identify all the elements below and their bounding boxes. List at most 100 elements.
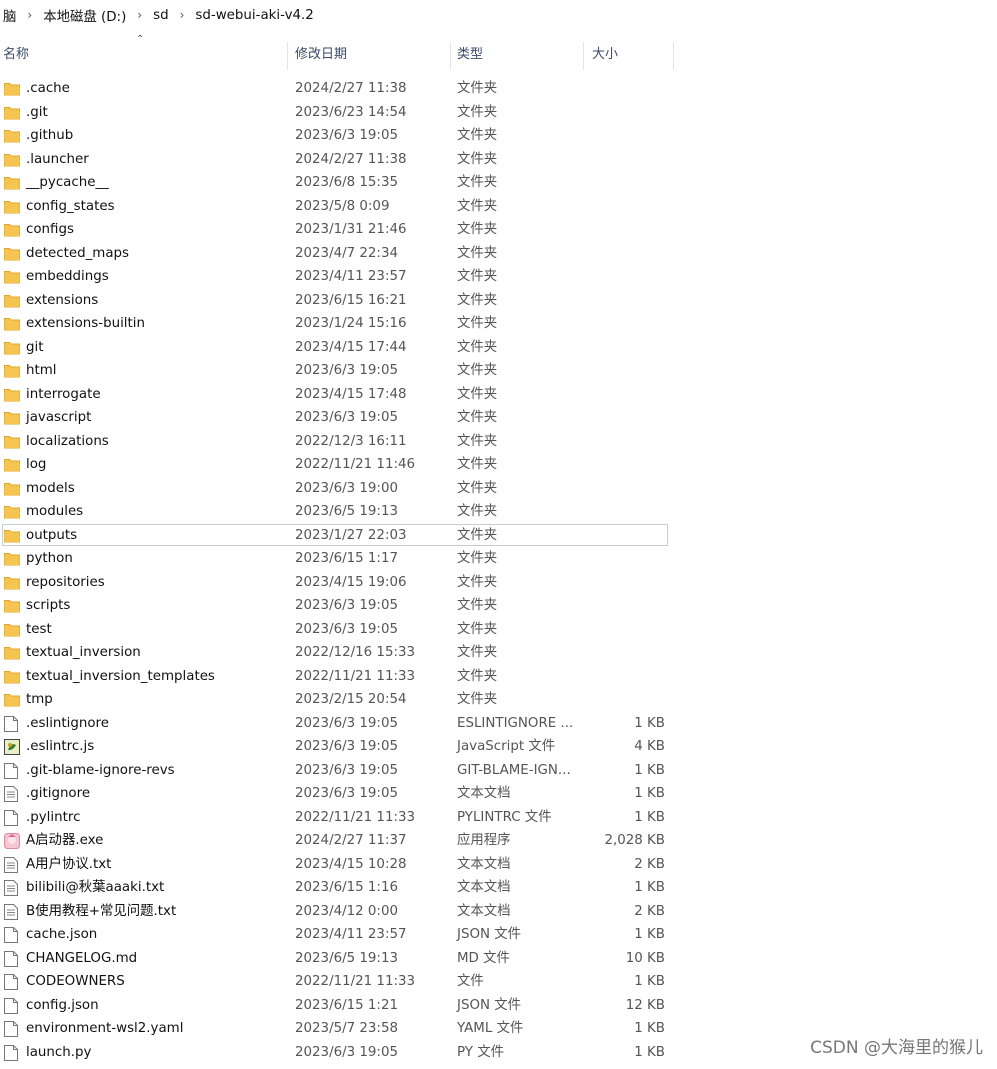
breadcrumb-item[interactable]: sd-webui-aki-v4.2 — [192, 8, 316, 23]
file-name: extensions — [26, 292, 99, 308]
breadcrumb-item[interactable]: 脑 — [0, 5, 19, 25]
breadcrumb: 脑 › 本地磁盘 (D:) › sd › sd-webui-aki-v4.2 — [0, 0, 997, 30]
folder-row[interactable]: textual_inversion 2022/12/16 15:33 文件夹 — [0, 641, 997, 665]
file-type: 文件夹 — [457, 598, 498, 613]
folder-row[interactable]: .launcher 2024/2/27 11:38 文件夹 — [0, 148, 997, 172]
file-row[interactable]: cache.json 2023/4/11 23:57 JSON 文件 1 KB — [0, 923, 997, 947]
file-name: outputs — [26, 527, 78, 543]
file-type: 文件夹 — [457, 480, 498, 496]
folder-row[interactable]: .git 2023/6/23 14:54 文件夹 — [0, 101, 997, 125]
file-name: modules — [26, 504, 84, 519]
folder-row[interactable]: embeddings 2023/4/11 23:57 文件夹 — [0, 265, 997, 289]
folder-row[interactable]: __pycache__ 2023/6/8 15:35 文件夹 — [0, 171, 997, 195]
file-type: 文本文档 — [457, 903, 511, 919]
folder-row[interactable]: localizations 2022/12/3 16:11 文件夹 — [0, 430, 997, 454]
file-row[interactable]: CHANGELOG.md 2023/6/5 19:13 MD 文件 10 KB — [0, 947, 997, 971]
folder-row[interactable]: interrogate 2023/4/15 17:48 文件夹 — [0, 383, 997, 407]
file-type: JSON 文件 — [457, 997, 522, 1013]
column-header-size[interactable]: 大小 — [592, 38, 618, 72]
folder-row[interactable]: .github 2023/6/3 19:05 文件夹 — [0, 124, 997, 148]
folder-icon — [4, 316, 20, 331]
folder-row[interactable]: modules 2023/6/5 19:13 文件夹 — [0, 500, 997, 524]
folder-row[interactable]: log 2022/11/21 11:46 文件夹 — [0, 453, 997, 477]
modified-date: 2023/6/3 19:05 — [295, 128, 398, 143]
folder-icon — [4, 434, 20, 449]
file-row[interactable]: .pylintrc 2022/11/21 11:33 PYLINTRC 文件 1 KB — [0, 806, 997, 830]
folder-row[interactable]: html 2023/6/3 19:05 文件夹 — [0, 359, 997, 383]
folder-row[interactable]: scripts 2023/6/3 19:05 文件夹 — [0, 594, 997, 618]
file-name: interrogate — [26, 386, 101, 402]
folder-icon — [4, 669, 20, 684]
folder-row[interactable]: python 2023/6/15 1:17 文件夹 — [0, 547, 997, 571]
file-size: 4 KB — [634, 739, 665, 754]
file-name: log — [26, 457, 47, 472]
folder-row[interactable]: tmp 2023/2/15 20:54 文件夹 — [0, 688, 997, 712]
modified-date: 2024/2/27 11:38 — [295, 151, 407, 167]
file-type: 文件夹 — [457, 222, 498, 237]
folder-icon — [4, 645, 20, 660]
modified-date: 2023/5/8 0:09 — [295, 198, 390, 214]
file-size: 1 KB — [634, 1044, 665, 1060]
modified-date: 2023/1/31 21:46 — [295, 222, 407, 237]
folder-row[interactable]: test 2023/6/3 19:05 文件夹 — [0, 618, 997, 642]
folder-icon — [4, 457, 20, 472]
breadcrumb-item[interactable]: sd — [150, 8, 171, 23]
folder-row[interactable]: repositories 2023/4/15 19:06 文件夹 — [0, 571, 997, 595]
file-row[interactable]: A启动器.exe 2024/2/27 11:37 应用程序 2,028 KB — [0, 829, 997, 853]
file-name: CHANGELOG.md — [26, 950, 138, 966]
file-name: .launcher — [26, 151, 89, 167]
file-list: .cache 2024/2/27 11:38 文件夹 .git 2023/6/23 14… — [0, 77, 997, 1064]
folder-row[interactable]: javascript 2023/6/3 19:05 文件夹 — [0, 406, 997, 430]
column-divider[interactable] — [673, 42, 674, 70]
file-type: 文件夹 — [457, 433, 498, 449]
column-header-type[interactable]: 类型 — [457, 38, 483, 72]
file-name: .gitignore — [26, 786, 91, 801]
folder-row[interactable]: models 2023/6/3 19:00 文件夹 — [0, 477, 997, 501]
folder-row[interactable]: git 2023/4/15 17:44 文件夹 — [0, 336, 997, 360]
column-divider[interactable] — [450, 42, 451, 70]
file-name: config.json — [26, 997, 99, 1013]
chevron-right-icon[interactable]: › — [129, 8, 150, 22]
file-type: 文件夹 — [457, 316, 498, 331]
file-type: 文件夹 — [457, 551, 498, 566]
folder-row[interactable]: config_states 2023/5/8 0:09 文件夹 — [0, 195, 997, 219]
file-row[interactable]: CODEOWNERS 2022/11/21 11:33 文件 1 KB — [0, 970, 997, 994]
folder-row[interactable]: .cache 2024/2/27 11:38 文件夹 — [0, 77, 997, 101]
modified-date: 2023/4/12 0:00 — [295, 903, 398, 919]
folder-row[interactable]: configs 2023/1/31 21:46 文件夹 — [0, 218, 997, 242]
column-header-name[interactable]: 名称 — [3, 38, 29, 72]
folder-row[interactable]: textual_inversion_templates 2022/11/21 11… — [0, 665, 997, 689]
column-header-date[interactable]: 修改日期 — [295, 38, 347, 72]
file-row[interactable]: .git-blame-ignore-revs 2023/6/3 19:05 GIT-… — [0, 759, 997, 783]
file-name: bilibili@秋葉aaaki.txt — [26, 880, 165, 895]
file-row[interactable]: .eslintrc.js 2023/6/3 19:05 JavaScript 文件 4… — [0, 735, 997, 759]
file-name: javascript — [26, 410, 92, 425]
folder-row[interactable]: extensions 2023/6/15 16:21 文件夹 — [0, 289, 997, 313]
folder-row[interactable]: outputs 2023/1/27 22:03 文件夹 — [0, 523, 997, 548]
file-name: .github — [26, 128, 74, 143]
file-row[interactable]: A用户协议.txt 2023/4/15 10:28 文本文档 2 KB — [0, 853, 997, 877]
file-row[interactable]: .eslintignore 2023/6/3 19:05 ESLINTIGNORE … — [0, 712, 997, 736]
file-row[interactable]: .gitignore 2023/6/3 19:05 文本文档 1 KB — [0, 782, 997, 806]
file-row[interactable]: config.json 2023/6/15 1:21 JSON 文件 12 KB — [0, 994, 997, 1018]
file-name: localizations — [26, 433, 109, 449]
chevron-right-icon[interactable]: › — [19, 8, 40, 22]
chevron-right-icon[interactable]: › — [172, 8, 193, 22]
column-divider[interactable] — [287, 42, 288, 70]
file-row[interactable]: B使用教程+常见问题.txt 2023/4/12 0:00 文本文档 2 KB — [0, 900, 997, 924]
file-name: .git — [26, 104, 48, 120]
file-type: 文件夹 — [457, 621, 498, 637]
column-divider[interactable] — [583, 42, 584, 70]
file-row[interactable]: bilibili@秋葉aaaki.txt 2023/6/15 1:16 文本文档 1 … — [0, 876, 997, 900]
file-name: CODEOWNERS — [26, 974, 125, 989]
javascript-file-icon — [4, 739, 20, 755]
file-type: 文件夹 — [457, 245, 498, 261]
folder-row[interactable]: extensions-builtin 2023/1/24 15:16 文件夹 — [0, 312, 997, 336]
file-type: 文件夹 — [457, 574, 498, 590]
breadcrumb-item[interactable]: 本地磁盘 (D:) — [40, 5, 129, 25]
modified-date: 2023/5/7 23:58 — [295, 1021, 398, 1036]
file-name: html — [26, 363, 57, 378]
file-name: __pycache__ — [26, 175, 109, 190]
folder-row[interactable]: detected_maps 2023/4/7 22:34 文件夹 — [0, 242, 997, 266]
app-launcher-icon — [4, 833, 20, 849]
